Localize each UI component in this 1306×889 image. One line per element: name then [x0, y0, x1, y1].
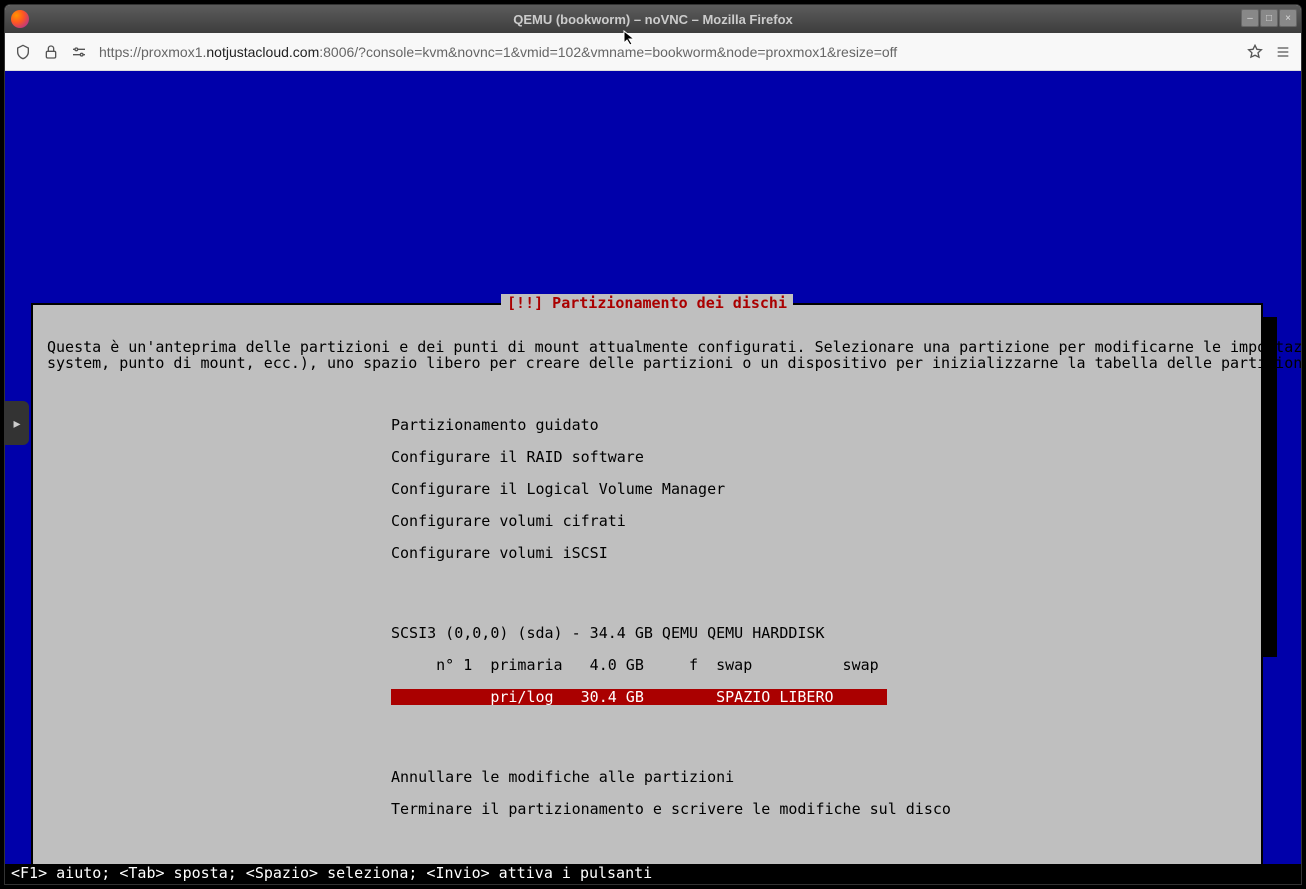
firefox-window: QEMU (bookworm) – noVNC – Mozilla Firefo… [4, 4, 1302, 885]
firefox-icon [11, 10, 29, 28]
menu-configure-lvm[interactable]: Configurare il Logical Volume Manager [391, 481, 1247, 497]
minimize-button[interactable]: – [1241, 9, 1259, 27]
menu-guided-partitioning[interactable]: Partizionamento guidato [391, 417, 1247, 433]
disk-header[interactable]: SCSI3 (0,0,0) (sda) - 34.4 GB QEMU QEMU … [391, 625, 1247, 641]
url-field[interactable]: https://proxmox1.notjustacloud.com:8006/… [99, 44, 1235, 60]
url-suffix: :8006/?console=kvm&novnc=1&vmid=102&vmna… [319, 44, 897, 60]
menu-finish-partitioning[interactable]: Terminare il partizionamento e scrivere … [391, 801, 1247, 817]
partition-row-1[interactable]: n° 1 primaria 4.0 GB f swap swap [391, 657, 1247, 673]
window-controls: – □ × [1241, 9, 1297, 27]
chevron-right-icon: ▸ [13, 415, 20, 432]
url-prefix: https://proxmox1. [99, 44, 206, 60]
url-domain: notjustacloud.com [206, 44, 319, 60]
permissions-icon[interactable] [71, 44, 87, 60]
menu-configure-raid[interactable]: Configurare il RAID software [391, 449, 1247, 465]
novnc-handle[interactable]: ▸ [5, 401, 29, 445]
partition-row-free-selected[interactable]: pri/log 30.4 GB SPAZIO LIBERO [391, 689, 887, 705]
maximize-button[interactable]: □ [1260, 9, 1278, 27]
titlebar: QEMU (bookworm) – noVNC – Mozilla Firefo… [5, 5, 1301, 33]
address-bar: https://proxmox1.notjustacloud.com:8006/… [5, 33, 1301, 71]
bookmark-star-icon[interactable] [1247, 44, 1263, 60]
hamburger-menu-icon[interactable] [1275, 44, 1291, 60]
vnc-viewport[interactable]: ▸ [!!] Partizionamento dei dischi Questa… [5, 71, 1301, 884]
lock-icon[interactable] [43, 44, 59, 60]
menu-undo-changes[interactable]: Annullare le modifiche alle partizioni [391, 769, 1247, 785]
dialog-title: [!!] Partizionamento dei dischi [501, 294, 793, 312]
menu-configure-iscsi[interactable]: Configurare volumi iSCSI [391, 545, 1247, 561]
close-button[interactable]: × [1279, 9, 1297, 27]
dialog-description: Questa è un'anteprima delle partizioni e… [47, 339, 1247, 371]
help-bar: <F1> aiuto; <Tab> sposta; <Spazio> selez… [5, 864, 1301, 884]
shield-icon[interactable] [15, 44, 31, 60]
menu-configure-crypt[interactable]: Configurare volumi cifrati [391, 513, 1247, 529]
partition-dialog: [!!] Partizionamento dei dischi Questa è… [31, 303, 1263, 885]
window-title: QEMU (bookworm) – noVNC – Mozilla Firefo… [513, 12, 793, 27]
